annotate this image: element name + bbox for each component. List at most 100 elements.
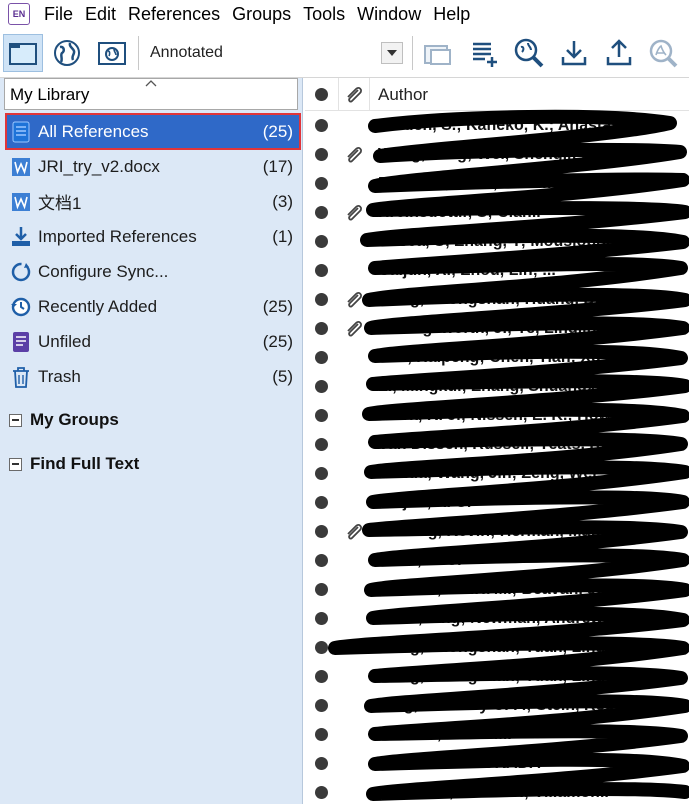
new-group-button[interactable] bbox=[418, 34, 458, 72]
group-configure-sync[interactable]: Configure Sync... bbox=[7, 255, 299, 288]
read-status-dot-icon[interactable] bbox=[315, 728, 328, 741]
reference-row[interactable]: Clark, K. J.; Nissen, E. K.; Howarth,... bbox=[305, 401, 689, 430]
read-status-dot-icon[interactable] bbox=[315, 177, 328, 190]
reference-author: Li, Mingkui; Zhang, Shuangxi; Zh... bbox=[378, 378, 643, 395]
reference-row[interactable]: Xuhua; Wang, Jin; Zeng, Wei... bbox=[305, 459, 689, 488]
globe-icon bbox=[54, 40, 80, 66]
reference-row[interactable]: Hreinsdottir, S; Clar... bbox=[305, 198, 689, 227]
reference-author: Holden, S.; Kaneko, K.; Anastasi... bbox=[378, 117, 638, 134]
reference-row[interactable]: Wang, Teng; Wei, Shengji; Shi, X... bbox=[305, 140, 689, 169]
read-status-dot-icon[interactable] bbox=[315, 786, 328, 799]
read-status-dot-icon[interactable] bbox=[315, 438, 328, 451]
read-status-dot-icon[interactable] bbox=[315, 380, 328, 393]
menu-groups[interactable]: Groups bbox=[226, 0, 297, 28]
reference-row[interactable]: Hollingsworth, J.; Ye, Lingling; ... bbox=[305, 314, 689, 343]
read-status-dot-icon[interactable] bbox=[315, 293, 328, 306]
import-button[interactable] bbox=[554, 34, 594, 72]
find-full-text-icon bbox=[649, 39, 678, 68]
paperclip-icon[interactable] bbox=[343, 521, 365, 543]
reference-author: Hreinsdottir, S; Clar... bbox=[378, 204, 541, 221]
menu-file[interactable]: File bbox=[38, 0, 79, 28]
read-status-dot-icon[interactable] bbox=[315, 467, 328, 480]
export-button[interactable] bbox=[599, 34, 639, 72]
reference-row[interactable]: Barnhart, W. D.; Hammer, K. B. bbox=[305, 169, 689, 198]
group-unfiled[interactable]: Unfiled (25) bbox=[7, 325, 299, 358]
endnote-app-icon[interactable]: EN bbox=[8, 3, 30, 25]
paperclip-icon[interactable] bbox=[343, 144, 365, 166]
read-status-dot-icon[interactable] bbox=[315, 757, 328, 770]
all-references-icon bbox=[9, 120, 33, 144]
read-status-dot-icon[interactable] bbox=[315, 670, 328, 683]
reference-row[interactable]: Wallace, Laura M.; Beavan, John; B... bbox=[305, 575, 689, 604]
reference-row[interactable]: Van Dissen, Russell; Yeats, Robert S. bbox=[305, 430, 689, 459]
group-recently-added[interactable]: Recently Added (25) bbox=[7, 290, 299, 323]
section-find-full-text[interactable]: Find Full Text bbox=[9, 451, 139, 477]
group-imported-references[interactable]: Imported References (1) bbox=[7, 220, 299, 253]
menu-references[interactable]: References bbox=[122, 0, 226, 28]
read-status-dot-icon[interactable] bbox=[315, 351, 328, 364]
find-full-text-button[interactable] bbox=[643, 34, 683, 72]
read-status-dot-icon[interactable] bbox=[315, 612, 328, 625]
output-style-select[interactable]: Annotated bbox=[143, 38, 405, 68]
read-status-dot-icon[interactable] bbox=[315, 235, 328, 248]
integrated-library-button[interactable] bbox=[92, 34, 132, 72]
reference-row[interactable]: Jiang, Zhongshan; Yuan, Linguo; ... bbox=[305, 633, 689, 662]
read-status-dot-icon[interactable] bbox=[315, 699, 328, 712]
reference-row[interactable]: Luo, Haipeng; Chen, Tian; Xu, Caij... bbox=[305, 343, 689, 372]
read-status-dot-icon[interactable] bbox=[315, 525, 328, 538]
read-status-dot-icon[interactable] bbox=[315, 119, 328, 132]
author-column-header[interactable]: Author bbox=[378, 78, 428, 111]
reference-author: Luo, Haipeng; Chen, Tian; Xu, Caij... bbox=[378, 349, 653, 366]
menu-tools[interactable]: Tools bbox=[297, 0, 351, 28]
reference-row[interactable]: Stein, R. S. bbox=[305, 546, 689, 575]
reference-row[interactable]: Caijun, X. U. bbox=[305, 488, 689, 517]
reference-row[interactable]: Cesca, S; Zhang, Y; Mouslopoulou,... bbox=[305, 227, 689, 256]
read-status-dot-icon[interactable] bbox=[315, 409, 328, 422]
reference-author: King, Geoffrey C. P.; Stein, Ross S.;... bbox=[378, 697, 662, 714]
chevron-down-icon[interactable] bbox=[381, 42, 403, 64]
group-jri-try-v2[interactable]: JRI_try_v2.docx (17) bbox=[7, 150, 299, 183]
reference-author: Caijun, X.; Zhou, Lin; ... bbox=[378, 262, 556, 279]
paperclip-icon[interactable] bbox=[343, 318, 365, 340]
read-status-dot-icon[interactable] bbox=[315, 554, 328, 567]
read-status-dot-icon[interactable] bbox=[315, 206, 328, 219]
reference-author: Stein, R. S. bbox=[378, 552, 462, 569]
read-status-dot-icon[interactable] bbox=[315, 641, 328, 654]
local-library-button[interactable] bbox=[3, 34, 43, 72]
reference-row[interactable]: Caijun, X.; Zhou, Lin; ... bbox=[305, 256, 689, 285]
reference-row[interactable]: King, Geoffrey C. P.; Stein, Ross S.;... bbox=[305, 691, 689, 720]
collapse-icon[interactable] bbox=[9, 413, 22, 427]
new-reference-button[interactable] bbox=[464, 34, 504, 72]
read-status-dot-icon[interactable] bbox=[315, 496, 328, 509]
reference-row[interactable]: Litchfield, Nicola J.; Villamor... bbox=[305, 778, 689, 804]
reference-row[interactable]: YOSHIMITSU OKADA bbox=[305, 749, 689, 778]
read-status-dot-icon[interactable] bbox=[315, 148, 328, 161]
section-my-groups[interactable]: My Groups bbox=[9, 407, 119, 433]
paperclip-icon[interactable] bbox=[343, 202, 365, 224]
group-wendang1[interactable]: 文档1 (3) bbox=[7, 185, 299, 218]
paperclip-icon[interactable] bbox=[343, 289, 365, 311]
read-status-dot-icon[interactable] bbox=[315, 583, 328, 596]
reference-row[interactable]: Chen, Ting; Newman, Andrew V.; F... bbox=[305, 604, 689, 633]
menu-help[interactable]: Help bbox=[427, 0, 476, 28]
export-icon bbox=[606, 39, 632, 66]
reference-row[interactable]: Li, Mingkui; Zhang, Shuangxi; Zh... bbox=[305, 372, 689, 401]
online-search-button[interactable] bbox=[509, 34, 549, 72]
read-status-column-icon[interactable] bbox=[315, 88, 328, 101]
reference-row[interactable]: Furlong, Kevin; Herman, Matthew bbox=[305, 517, 689, 546]
group-label: JRI_try_v2.docx bbox=[38, 156, 160, 176]
group-count: (3) bbox=[272, 191, 293, 211]
reference-row[interactable]: Jiang, Zhongshan; Huang, Dingfa;... bbox=[305, 285, 689, 314]
reference-row[interactable]: Wallace, Laura M. bbox=[305, 720, 689, 749]
reference-row[interactable]: Holden, S.; Kaneko, K.; Anastasi... bbox=[305, 111, 689, 140]
reference-row[interactable]: Jiang, Zhongshan; Yuan, Linguo; ... bbox=[305, 662, 689, 691]
read-status-dot-icon[interactable] bbox=[315, 322, 328, 335]
menu-edit[interactable]: Edit bbox=[79, 0, 122, 28]
paperclip-icon[interactable] bbox=[343, 84, 365, 106]
collapse-icon[interactable] bbox=[9, 457, 22, 471]
menu-window[interactable]: Window bbox=[351, 0, 427, 28]
read-status-dot-icon[interactable] bbox=[315, 264, 328, 277]
online-search-mode-button[interactable] bbox=[47, 34, 87, 72]
group-trash[interactable]: Trash (5) bbox=[7, 360, 299, 393]
group-all-references[interactable]: All References (25) bbox=[5, 113, 301, 150]
